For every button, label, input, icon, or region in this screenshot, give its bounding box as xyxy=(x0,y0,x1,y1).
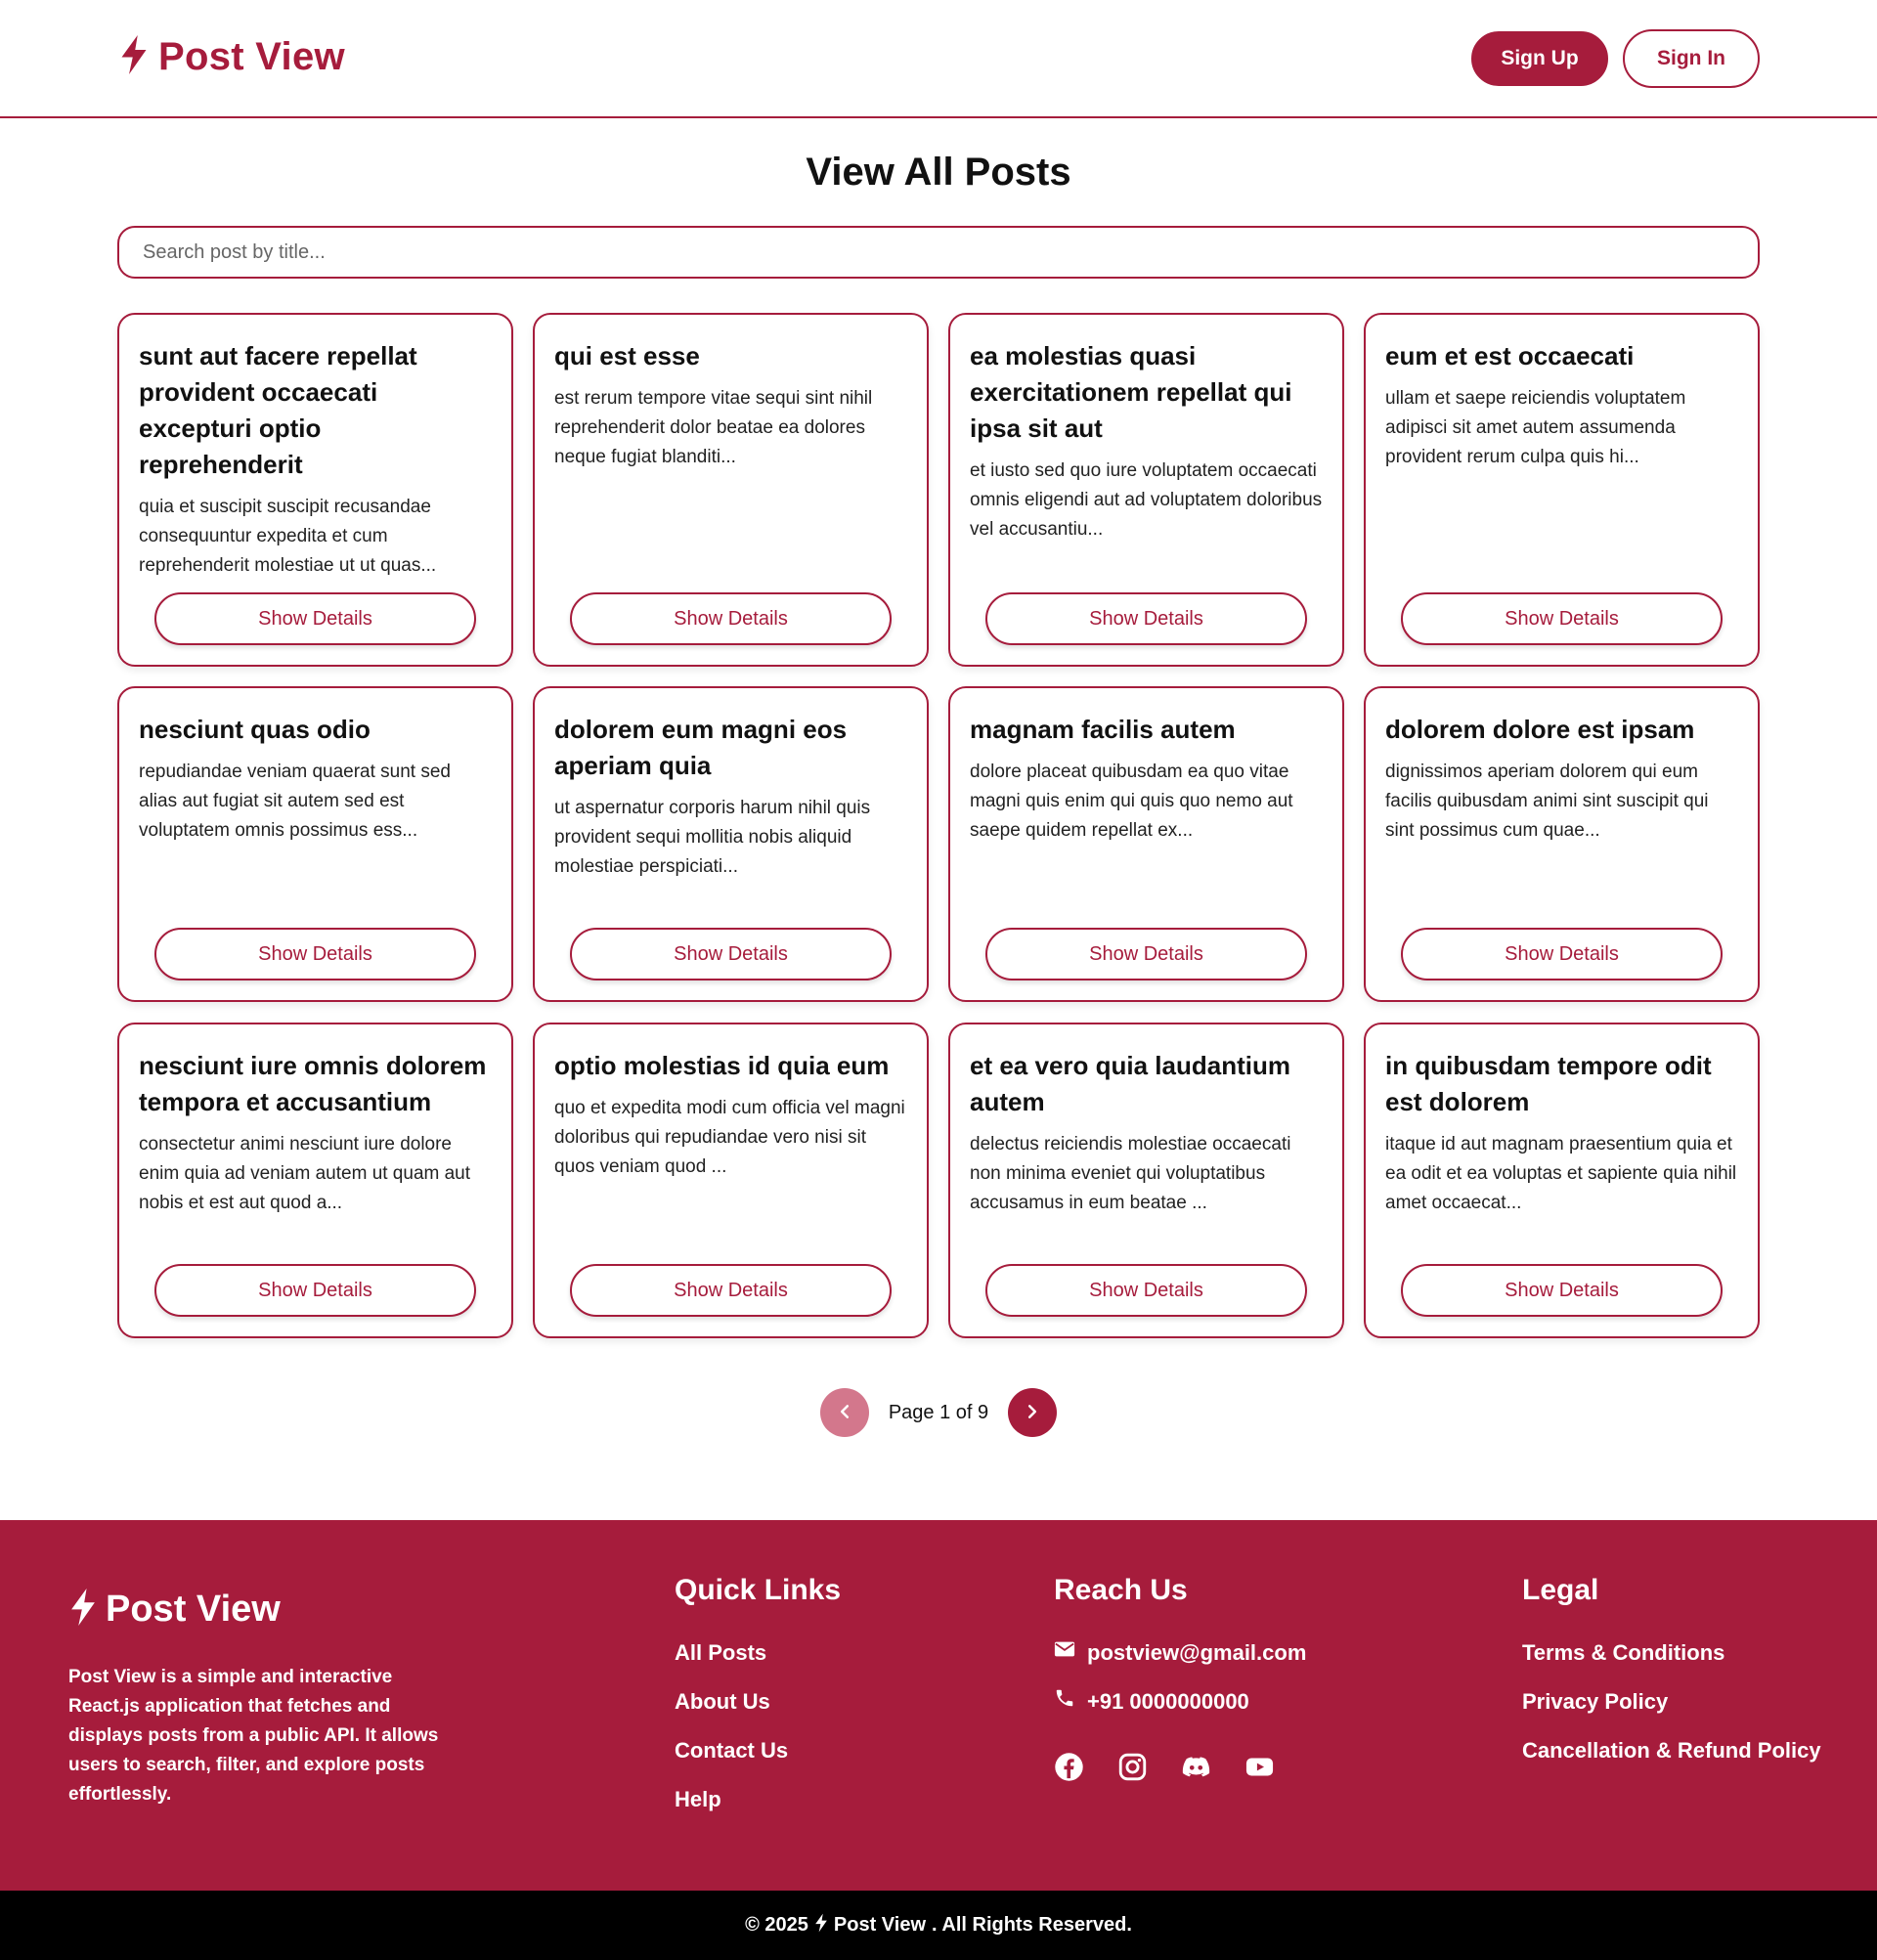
site-header: Post View Sign Up Sign In xyxy=(0,0,1877,118)
show-details-button[interactable]: Show Details xyxy=(570,592,892,645)
reach-us-section: Reach Us postview@gmail.com +91 00000000… xyxy=(1054,1574,1306,1787)
show-details-button[interactable]: Show Details xyxy=(985,928,1307,980)
post-title: sunt aut facere repellat provident occae… xyxy=(139,341,417,479)
copyright-brand: Post View xyxy=(833,1914,927,1936)
envelope-icon xyxy=(1054,1629,1075,1677)
copyright-prefix: © 2025 xyxy=(745,1914,808,1936)
footer-link-help[interactable]: Help xyxy=(675,1775,841,1824)
email-contact[interactable]: postview@gmail.com xyxy=(1054,1629,1306,1677)
previous-page-button[interactable] xyxy=(819,1388,869,1437)
show-details-button[interactable]: Show Details xyxy=(570,1264,892,1317)
phone-icon xyxy=(1054,1677,1075,1726)
post-card: et ea vero quia laudantium autem delectu… xyxy=(948,1023,1344,1338)
post-body: quo et expedita modi cum officia vel mag… xyxy=(554,1098,905,1177)
bolt-icon xyxy=(117,35,151,79)
post-card: nesciunt quas odio repudiandae veniam qu… xyxy=(117,686,513,1002)
post-card: nesciunt iure omnis dolorem tempora et a… xyxy=(117,1023,513,1338)
sign-in-button[interactable]: Sign In xyxy=(1623,29,1760,88)
phone-text: +91 0000000000 xyxy=(1087,1689,1249,1714)
post-card: dolorem dolore est ipsam dignissimos ape… xyxy=(1364,686,1760,1002)
post-body: itaque id aut magnam praesentium quia et… xyxy=(1385,1134,1737,1213)
post-card: ea molestias quasi exercitationem repell… xyxy=(948,313,1344,667)
post-body: consectetur animi nesciunt iure dolore e… xyxy=(139,1134,471,1213)
post-title: in quibusdam tempore odit est dolorem xyxy=(1385,1051,1712,1116)
show-details-button[interactable]: Show Details xyxy=(154,592,476,645)
show-details-button[interactable]: Show Details xyxy=(985,1264,1307,1317)
social-links xyxy=(1054,1752,1306,1787)
discord-icon[interactable] xyxy=(1181,1752,1211,1787)
search-input[interactable] xyxy=(117,226,1760,279)
post-title: ea molestias quasi exercitationem repell… xyxy=(970,341,1292,443)
phone-contact[interactable]: +91 0000000000 xyxy=(1054,1677,1306,1726)
copyright-suffix: . All Rights Reserved. xyxy=(932,1914,1132,1936)
email-text: postview@gmail.com xyxy=(1087,1640,1307,1665)
post-body: quia et suscipit suscipit recusandae con… xyxy=(139,497,437,576)
legal-heading: Legal xyxy=(1522,1574,1599,1606)
post-card: sunt aut facere repellat provident occae… xyxy=(117,313,513,667)
facebook-icon[interactable] xyxy=(1054,1752,1084,1787)
copyright-bar: © 2025 Post View . All Rights Reserved. xyxy=(0,1891,1877,1960)
next-page-button[interactable] xyxy=(1008,1388,1058,1437)
pagination: Page 1 of 9 xyxy=(0,1388,1877,1437)
show-details-button[interactable]: Show Details xyxy=(985,592,1307,645)
show-details-button[interactable]: Show Details xyxy=(1401,928,1723,980)
post-body: ut aspernatur corporis harum nihil quis … xyxy=(554,798,871,877)
page-indicator: Page 1 of 9 xyxy=(888,1401,989,1423)
brand-logo[interactable]: Post View xyxy=(117,35,345,79)
quick-links-heading: Quick Links xyxy=(675,1574,842,1606)
reach-us-heading: Reach Us xyxy=(1054,1574,1188,1606)
post-body: est rerum tempore vitae sequi sint nihil… xyxy=(554,388,873,467)
post-title: eum et est occaecati xyxy=(1385,341,1635,370)
footer-brand-name: Post View xyxy=(106,1589,281,1630)
show-details-button[interactable]: Show Details xyxy=(1401,1264,1723,1317)
bolt-icon xyxy=(68,1589,98,1631)
brand-name: Post View xyxy=(158,35,345,78)
chevron-right-icon xyxy=(1024,1403,1041,1423)
post-body: dignissimos aperiam dolorem qui eum faci… xyxy=(1385,762,1709,841)
footer-link-refund[interactable]: Cancellation & Refund Policy xyxy=(1522,1726,1821,1775)
show-details-button[interactable]: Show Details xyxy=(570,928,892,980)
post-card: in quibusdam tempore odit est dolorem it… xyxy=(1364,1023,1760,1338)
post-title: dolorem dolore est ipsam xyxy=(1385,715,1695,744)
post-body: ullam et saepe reiciendis voluptatem adi… xyxy=(1385,388,1686,467)
instagram-icon[interactable] xyxy=(1117,1752,1148,1787)
sign-up-button[interactable]: Sign Up xyxy=(1471,31,1608,86)
post-card: dolorem eum magni eos aperiam quia ut as… xyxy=(533,686,929,1002)
post-title: et ea vero quia laudantium autem xyxy=(970,1051,1290,1116)
post-body: et iusto sed quo iure voluptatem occaeca… xyxy=(970,460,1323,540)
post-title: optio molestias id quia eum xyxy=(554,1051,890,1080)
post-title: qui est esse xyxy=(554,341,700,370)
post-body: repudiandae veniam quaerat sunt sed alia… xyxy=(139,762,452,841)
show-details-button[interactable]: Show Details xyxy=(1401,592,1723,645)
quick-links-section: Quick Links All Posts About Us Contact U… xyxy=(675,1574,841,1824)
chevron-left-icon xyxy=(836,1403,853,1423)
show-details-button[interactable]: Show Details xyxy=(154,1264,476,1317)
post-title: magnam facilis autem xyxy=(970,715,1236,744)
show-details-button[interactable]: Show Details xyxy=(154,928,476,980)
post-body: delectus reiciendis molestiae occaecati … xyxy=(970,1134,1291,1213)
bolt-icon xyxy=(814,1913,828,1938)
post-title: nesciunt quas odio xyxy=(139,715,371,744)
post-title: nesciunt iure omnis dolorem tempora et a… xyxy=(139,1051,487,1116)
footer-link-all-posts[interactable]: All Posts xyxy=(675,1629,841,1677)
footer-link-about-us[interactable]: About Us xyxy=(675,1677,841,1726)
footer-link-contact-us[interactable]: Contact Us xyxy=(675,1726,841,1775)
legal-section: Legal Terms & Conditions Privacy Policy … xyxy=(1522,1574,1821,1775)
post-body: dolore placeat quibusdam ea quo vitae ma… xyxy=(970,762,1293,841)
footer-link-terms[interactable]: Terms & Conditions xyxy=(1522,1629,1821,1677)
page-title: View All Posts xyxy=(806,151,1071,194)
footer-description: Post View is a simple and interactive Re… xyxy=(68,1667,439,1805)
youtube-icon[interactable] xyxy=(1244,1752,1275,1787)
post-card: optio molestias id quia eum quo et exped… xyxy=(533,1023,929,1338)
footer-link-privacy[interactable]: Privacy Policy xyxy=(1522,1677,1821,1726)
post-card: magnam facilis autem dolore placeat quib… xyxy=(948,686,1344,1002)
footer-brand[interactable]: Post View xyxy=(68,1589,281,1631)
post-title: dolorem eum magni eos aperiam quia xyxy=(554,715,848,780)
site-footer: Post View Post View is a simple and inte… xyxy=(0,1520,1877,1891)
post-card: eum et est occaecati ullam et saepe reic… xyxy=(1364,313,1760,667)
post-card: qui est esse est rerum tempore vitae seq… xyxy=(533,313,929,667)
